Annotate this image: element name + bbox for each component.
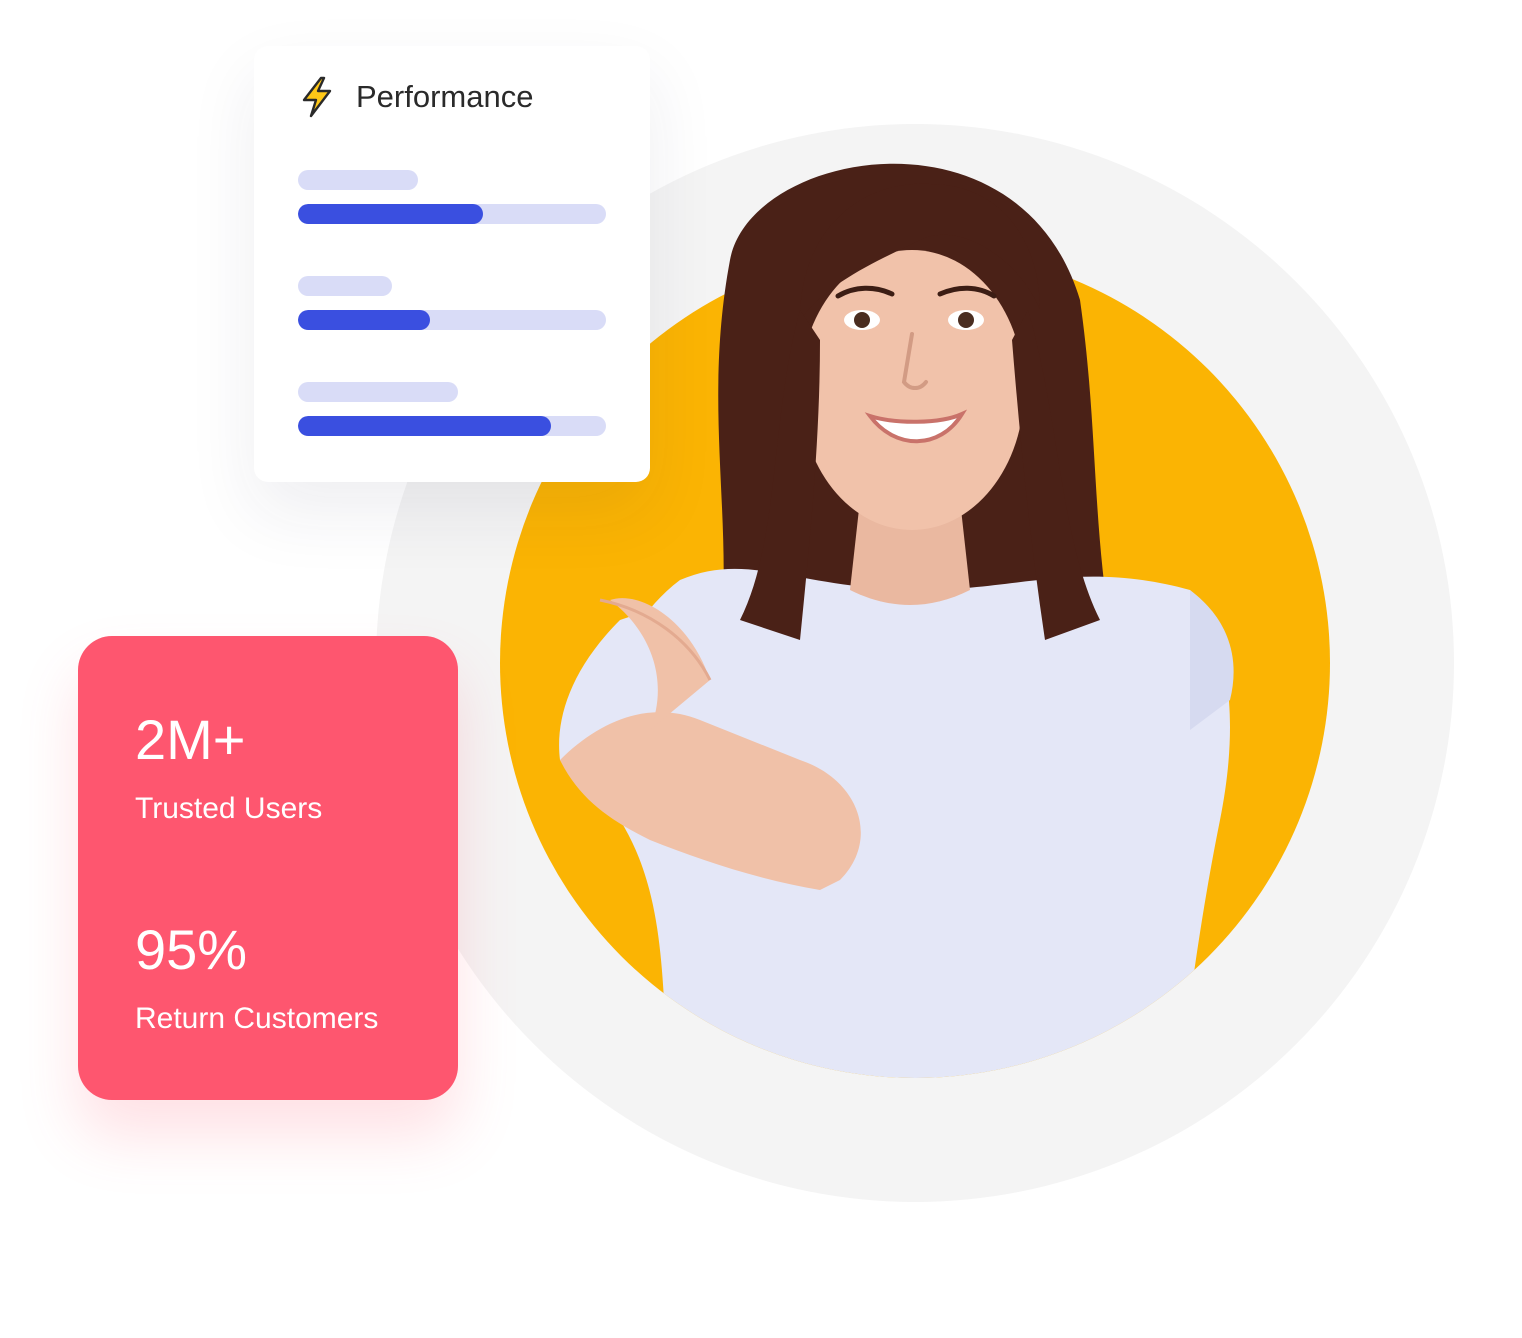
- progress-track: [298, 416, 606, 436]
- progress-track: [298, 204, 606, 224]
- metric-label-placeholder: [298, 276, 392, 296]
- stats-card: 2M+ Trusted Users 95% Return Customers: [78, 636, 458, 1100]
- metric-label-placeholder: [298, 170, 418, 190]
- stat-trusted-users: 2M+ Trusted Users: [135, 712, 322, 826]
- stat-return-customers: 95% Return Customers: [135, 922, 378, 1036]
- performance-header: Performance: [300, 76, 533, 118]
- metric-label-placeholder: [298, 382, 458, 402]
- progress-fill: [298, 416, 551, 436]
- performance-metric: [298, 170, 606, 224]
- performance-metric: [298, 382, 606, 436]
- hero-illustration: Performance 2M+ Trusted Users 95% Return…: [0, 0, 1522, 1338]
- lightning-bolt-icon: [302, 76, 332, 118]
- progress-track: [298, 310, 606, 330]
- performance-card: Performance: [254, 46, 650, 482]
- stat-label: Return Customers: [135, 1002, 379, 1035]
- progress-fill: [298, 310, 431, 330]
- progress-fill: [298, 204, 483, 224]
- performance-metric: [298, 276, 606, 330]
- stat-value: 2M+: [135, 708, 246, 771]
- stat-label: Trusted Users: [135, 792, 323, 825]
- performance-title: Performance: [356, 79, 534, 114]
- stat-value: 95%: [135, 918, 248, 981]
